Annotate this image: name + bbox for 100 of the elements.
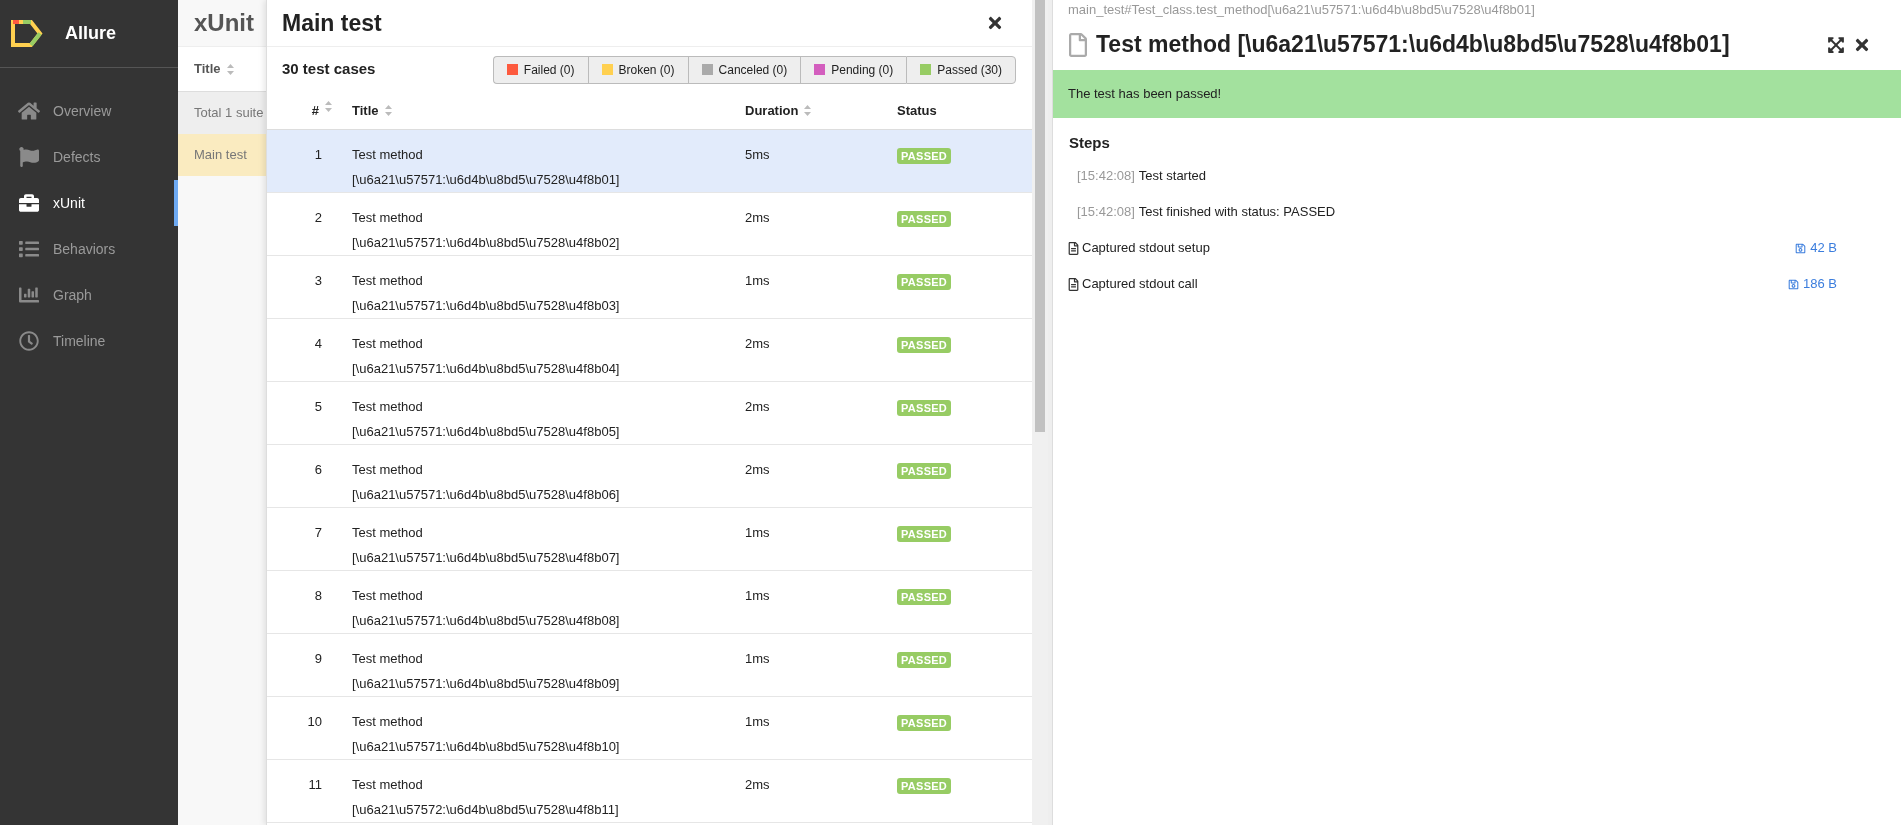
status-badge: PASSED [897, 148, 952, 164]
sidebar-item[interactable]: Behaviors [0, 226, 178, 272]
status-badge: PASSED [897, 211, 952, 227]
bar-chart-icon [18, 285, 40, 305]
document-icon [1068, 241, 1079, 255]
test-path: main_test#Test_class.test_method[\u6a21\u57571:\u6d4b\u8bd5\u7528\u4f8b01] [1068, 2, 1535, 17]
test-title: Test method [\u6a21\u57571:\u6d4b\u8bd5\u7528\u4f8b02] [352, 209, 621, 252]
status-badge: PASSED [897, 652, 952, 668]
status-badge: PASSED [897, 400, 952, 416]
test-row[interactable]: 3 Test method [\u6a21\u57571:\u6d4b\u8bd5\u7528\u4f8b03] 1ms PASSED [267, 256, 1032, 319]
test-row[interactable]: 8 Test method [\u6a21\u57571:\u6d4b\u8bd5\u7528\u4f8b08] 1ms PASSED [267, 571, 1032, 634]
test-row[interactable]: 6 Test method [\u6a21\u57571:\u6d4b\u8bd5\u7528\u4f8b06] 2ms PASSED [267, 445, 1032, 508]
scrollbar[interactable] [1032, 0, 1048, 825]
row-number: 6 [314, 461, 322, 479]
panel-title: Main test [282, 8, 382, 38]
duration-text: 1ms [745, 714, 770, 729]
save-icon [1788, 278, 1799, 290]
attachment-name[interactable]: Captured stdout call [1082, 274, 1198, 294]
row-number: 9 [314, 650, 322, 668]
test-title: Test method [\u6a21\u57571:\u6d4b\u8bd5\u7528\u4f8b01] [352, 146, 621, 189]
status-badge: PASSED [897, 778, 952, 794]
status-filter[interactable]: Pending (0) [800, 55, 907, 84]
status-filter[interactable]: Broken (0) [587, 55, 688, 84]
expand-icon[interactable] [1827, 35, 1845, 54]
row-number: 2 [314, 209, 322, 227]
test-row[interactable]: 1 Test method [\u6a21\u57571:\u6d4b\u8bd5\u7528\u4f8b01] 5ms PASSED [267, 130, 1032, 193]
sort-icon[interactable] [804, 105, 812, 116]
test-title: Test method [\u6a21\u57571:\u6d4b\u8bd5\u7528\u4f8b03] [352, 272, 621, 315]
close-icon[interactable] [986, 14, 1004, 32]
test-title: Test method [\u6a21\u57571:\u6d4b\u8bd5\u7528\u4f8b06] [352, 461, 621, 504]
row-number: 1 [314, 146, 322, 164]
status-badge: PASSED [897, 715, 952, 731]
flag-icon [18, 147, 40, 167]
test-row[interactable]: 7 Test method [\u6a21\u57571:\u6d4b\u8bd5\u7528\u4f8b07] 1ms PASSED [267, 508, 1032, 571]
sidebar-item[interactable]: Defects [0, 134, 178, 180]
test-count: 30 test cases [282, 59, 376, 80]
step-time: [15:42:08] [1077, 167, 1135, 186]
column-header[interactable]: # [311, 100, 319, 121]
status-badge: PASSED [897, 526, 952, 542]
test-row[interactable]: 4 Test method [\u6a21\u57571:\u6d4b\u8bd5\u7528\u4f8b04] 2ms PASSED [267, 319, 1032, 382]
attachment-name[interactable]: Captured stdout setup [1082, 238, 1210, 258]
test-row[interactable]: 2 Test method [\u6a21\u57571:\u6d4b\u8bd5\u7528\u4f8b02] 2ms PASSED [267, 193, 1032, 256]
home-icon [18, 101, 40, 121]
sidebar-item[interactable]: Overview [0, 88, 178, 134]
test-row[interactable]: 11 Test method [\u6a21\u57572:\u6d4b\u8bd5\u7528\u4f8b11] 2ms PASSED [267, 760, 1032, 823]
page-title: xUnit [194, 8, 254, 38]
logo-icon [11, 20, 43, 47]
duration-text: 1ms [745, 588, 770, 603]
test-title: Test method [\u6a21\u57571:\u6d4b\u8bd5\u7528\u4f8b04] [352, 335, 621, 378]
status-message: The test has been passed! [1068, 84, 1222, 103]
app-name: Allure [65, 22, 116, 45]
duration-text: 1ms [745, 651, 770, 666]
row-number: 3 [314, 272, 322, 290]
clock-icon [18, 331, 40, 351]
column-header[interactable]: Duration [745, 100, 799, 121]
column-header[interactable]: Title [194, 59, 221, 79]
test-title: Test method [\u6a21\u57571:\u6d4b\u8bd5\u7528\u4f8b08] [352, 587, 621, 630]
sidebar-item[interactable]: Timeline [0, 318, 178, 364]
attachment-size[interactable]: 42 B [1810, 238, 1837, 258]
row-number: 5 [314, 398, 322, 416]
test-title: Test method [\u6a21\u57571:\u6d4b\u8bd5\u7528\u4f8b10] [352, 713, 621, 756]
row-number: 4 [314, 335, 322, 353]
sort-icon[interactable] [384, 105, 392, 116]
duration-text: 2ms [745, 462, 770, 477]
column-header[interactable]: Title [352, 100, 379, 121]
suite-row[interactable]: Main test [178, 134, 266, 176]
briefcase-icon [18, 193, 40, 213]
duration-text: 2ms [745, 210, 770, 225]
status-badge: PASSED [897, 463, 952, 479]
step-text: Test started [1138, 167, 1207, 186]
test-title: Test method [\u6a21\u57572:\u6d4b\u8bd5\u7528\u4f8b11] [352, 776, 620, 819]
duration-text: 1ms [745, 273, 770, 288]
status-filter[interactable]: Failed (0) [492, 55, 588, 84]
test-row[interactable]: 5 Test method [\u6a21\u57571:\u6d4b\u8bd5\u7528\u4f8b05] 2ms PASSED [267, 382, 1032, 445]
step-text: Test finished with status: PASSED [1138, 203, 1336, 222]
duration-text: 2ms [745, 777, 770, 792]
test-title: Test method [\u6a21\u57571:\u6d4b\u8bd5\u7528\u4f8b07] [352, 524, 621, 567]
sort-icon[interactable] [325, 100, 332, 112]
status-filter[interactable]: Passed (30) [906, 55, 1016, 84]
test-row[interactable]: 10 Test method [\u6a21\u57571:\u6d4b\u8bd5\u7528\u4f8b10] 1ms PASSED [267, 697, 1032, 760]
row-number: 11 [308, 776, 322, 794]
test-title-heading: Test method [\u6a21\u57571:\u6d4b\u8bd5\u7528\u4f8b01] [1096, 30, 1730, 60]
duration-text: 2ms [745, 336, 770, 351]
duration-text: 1ms [745, 525, 770, 540]
test-row[interactable]: 9 Test method [\u6a21\u57571:\u6d4b\u8bd5\u7528\u4f8b09] 1ms PASSED [267, 634, 1032, 697]
save-icon [1795, 242, 1807, 254]
test-title: Test method [\u6a21\u57571:\u6d4b\u8bd5\u7528\u4f8b05] [352, 398, 621, 441]
status-badge: PASSED [897, 589, 952, 605]
step-time: [15:42:08] [1077, 203, 1135, 222]
duration-text: 5ms [745, 147, 770, 162]
document-icon [1068, 277, 1079, 291]
list-icon [18, 239, 40, 259]
sort-icon[interactable] [226, 63, 234, 75]
column-header[interactable]: Status [897, 102, 937, 118]
sidebar-item[interactable]: Graph [0, 272, 178, 318]
test-title: Test method [\u6a21\u57571:\u6d4b\u8bd5\u7528\u4f8b09] [352, 650, 621, 693]
row-number: 8 [314, 587, 322, 605]
status-filter[interactable]: Canceled (0) [687, 55, 801, 84]
steps-heading: Steps [1069, 133, 1110, 151]
attachment-size[interactable]: 186 B [1803, 274, 1837, 294]
